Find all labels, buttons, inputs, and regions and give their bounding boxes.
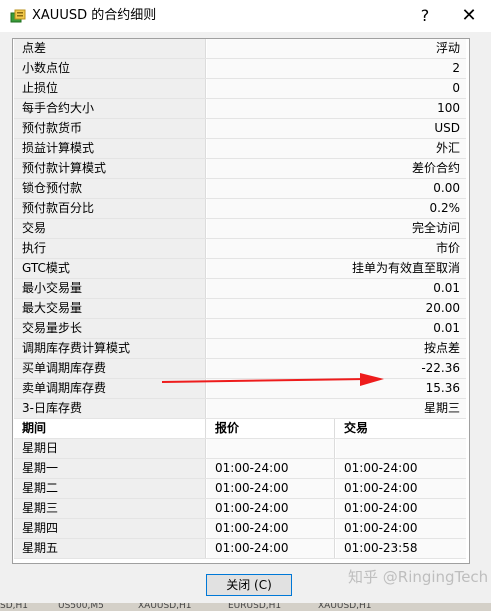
schedule-trade-hours: 01:00-24:00 <box>336 479 466 498</box>
spec-value: 2 <box>207 59 466 78</box>
schedule-trade-hours: 01:00-24:00 <box>336 459 466 478</box>
spec-key: 损益计算模式 <box>14 139 206 158</box>
spec-value: 20.00 <box>207 299 466 318</box>
taskbar-tab[interactable]: SD,H1 <box>0 603 28 611</box>
spec-value: 挂单为有效直至取消 <box>207 259 466 278</box>
spec-value: 0 <box>207 79 466 98</box>
spec-key: 预付款百分比 <box>14 199 206 218</box>
app-icon <box>10 9 26 23</box>
column-header-period: 期间 <box>14 419 206 438</box>
spec-key: 预付款货币 <box>14 119 206 138</box>
spec-row[interactable]: 交易量步长 0.01 <box>14 319 466 339</box>
spec-key: 点差 <box>14 39 206 58</box>
schedule-quote-hours: 01:00-24:00 <box>207 479 335 498</box>
spec-key: 交易 <box>14 219 206 238</box>
spec-row[interactable]: 锁仓预付款 0.00 <box>14 179 466 199</box>
schedule-quote-hours: 01:00-24:00 <box>207 459 335 478</box>
spec-row[interactable]: 每手合约大小 100 <box>14 99 466 119</box>
spec-key: GTC模式 <box>14 259 206 278</box>
schedule-quote-hours: 01:00-24:00 <box>207 539 335 558</box>
spec-key: 3-日库存费 <box>14 399 206 418</box>
spec-row[interactable]: 3-日库存费 星期三 <box>14 399 466 419</box>
spec-row[interactable]: 小数点位 2 <box>14 59 466 79</box>
spec-value: 100 <box>207 99 466 118</box>
schedule-day: 星期二 <box>14 479 206 498</box>
spec-key: 预付款计算模式 <box>14 159 206 178</box>
spec-row[interactable]: 最大交易量 20.00 <box>14 299 466 319</box>
schedule-trade-hours: 01:00-24:00 <box>336 519 466 538</box>
spec-value: 市价 <box>207 239 466 258</box>
close-dialog-label: 关闭 (C) <box>226 578 272 592</box>
spec-row[interactable]: 预付款货币 USD <box>14 119 466 139</box>
close-window-button[interactable]: ✕ <box>447 0 491 32</box>
spec-key: 调期库存费计算模式 <box>14 339 206 358</box>
spec-row[interactable]: 预付款百分比 0.2% <box>14 199 466 219</box>
spec-row[interactable]: 点差 浮动 <box>14 39 466 59</box>
spec-key: 小数点位 <box>14 59 206 78</box>
spec-key: 锁仓预付款 <box>14 179 206 198</box>
spec-row[interactable]: 止损位 0 <box>14 79 466 99</box>
spec-value: USD <box>207 119 466 138</box>
spec-value: 差价合约 <box>207 159 466 178</box>
spec-table[interactable]: 点差 浮动 小数点位 2 止损位 0 每手合约大小 100 预付款货币 USD 损益计算模式 外汇 预付… <box>12 38 470 564</box>
close-dialog-button[interactable]: 关闭 (C) <box>206 574 292 596</box>
taskbar-tab[interactable]: EURUSD,H1 <box>228 603 281 611</box>
spec-key: 最小交易量 <box>14 279 206 298</box>
spec-value: 0.01 <box>207 319 466 338</box>
schedule-row[interactable]: 星期一 01:00-24:00 01:00-24:00 <box>14 459 466 479</box>
spec-value: 0.01 <box>207 279 466 298</box>
schedule-trade-hours <box>336 439 466 458</box>
column-header-trade: 交易 <box>336 419 466 438</box>
schedule-quote-hours: 01:00-24:00 <box>207 499 335 518</box>
window-title: XAUUSD 的合约细则 <box>32 8 157 23</box>
spec-value: 0.2% <box>207 199 466 218</box>
schedule-day: 星期五 <box>14 539 206 558</box>
help-button[interactable]: ? <box>403 0 447 32</box>
schedule-row[interactable]: 星期日 <box>14 439 466 459</box>
spec-row[interactable]: 损益计算模式 外汇 <box>14 139 466 159</box>
red-arrow-annotation <box>162 373 384 386</box>
spec-row[interactable]: 交易 完全访问 <box>14 219 466 239</box>
schedule-row[interactable]: 星期五 01:00-24:00 01:00-23:58 <box>14 539 466 559</box>
spec-row[interactable]: 调期库存费计算模式 按点差 <box>14 339 466 359</box>
spec-key: 最大交易量 <box>14 299 206 318</box>
spec-value: 完全访问 <box>207 219 466 238</box>
taskbar-tab[interactable]: XAUUSD,H1 <box>318 603 372 611</box>
spec-key: 每手合约大小 <box>14 99 206 118</box>
schedule-row[interactable]: 星期三 01:00-24:00 01:00-24:00 <box>14 499 466 519</box>
spec-row[interactable]: 预付款计算模式 差价合约 <box>14 159 466 179</box>
spec-row[interactable]: GTC模式 挂单为有效直至取消 <box>14 259 466 279</box>
schedule-row[interactable]: 星期二 01:00-24:00 01:00-24:00 <box>14 479 466 499</box>
schedule-quote-hours: 01:00-24:00 <box>207 519 335 538</box>
column-header-quote: 报价 <box>207 419 335 438</box>
taskbar-tab[interactable]: US500,M5 <box>58 603 104 611</box>
title-bar: XAUUSD 的合约细则 ? ✕ <box>0 0 491 32</box>
schedule-day: 星期日 <box>14 439 206 458</box>
schedule-trade-hours: 01:00-24:00 <box>336 499 466 518</box>
taskbar: SD,H1 US500,M5 XAUUSD,H1 EURUSD,H1 XAUUS… <box>0 603 491 611</box>
spec-value: 星期三 <box>207 399 466 418</box>
spec-row[interactable]: 执行 市价 <box>14 239 466 259</box>
spec-value: 0.00 <box>207 179 466 198</box>
spec-key: 止损位 <box>14 79 206 98</box>
spec-value: 外汇 <box>207 139 466 158</box>
schedule-day: 星期四 <box>14 519 206 538</box>
spec-value: 按点差 <box>207 339 466 358</box>
spec-key: 交易量步长 <box>14 319 206 338</box>
schedule-day: 星期一 <box>14 459 206 478</box>
schedule-quote-hours <box>207 439 335 458</box>
schedule-day: 星期三 <box>14 499 206 518</box>
spec-key: 执行 <box>14 239 206 258</box>
contract-spec-window: XAUUSD 的合约细则 ? ✕ 点差 浮动 小数点位 2 止损位 0 每手合约大小 100 预… <box>0 0 491 611</box>
spec-value: 浮动 <box>207 39 466 58</box>
schedule-row[interactable]: 星期四 01:00-24:00 01:00-24:00 <box>14 519 466 539</box>
spec-row[interactable]: 最小交易量 0.01 <box>14 279 466 299</box>
taskbar-tab[interactable]: XAUUSD,H1 <box>138 603 192 611</box>
schedule-header-row: 期间 报价 交易 <box>14 419 466 439</box>
watermark: 知乎 @RingingTech <box>348 568 489 586</box>
schedule-trade-hours: 01:00-23:58 <box>336 539 466 558</box>
